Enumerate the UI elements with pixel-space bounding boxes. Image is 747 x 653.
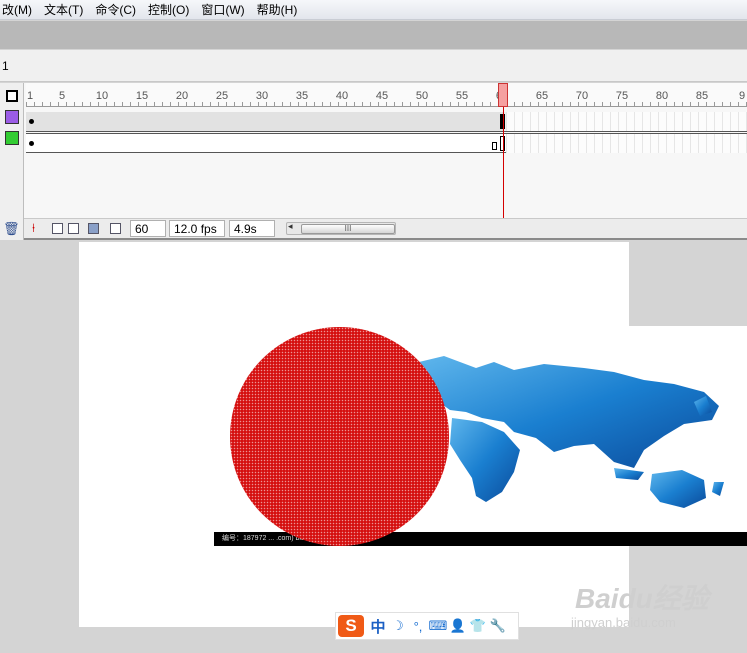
ruler-label: 5 <box>58 90 66 102</box>
layer-row-1[interactable] <box>26 112 747 132</box>
elapsed-time-field: 4.9s <box>229 220 275 237</box>
stage-area: 编号：187972 ... .com) bianwa 8310 07 Baidu… <box>0 242 747 653</box>
toolbar-band <box>0 21 747 49</box>
ruler-label: 35 <box>295 90 309 102</box>
menu-modify[interactable]: 改(M) <box>0 0 38 20</box>
scroll-left-arrow-icon[interactable]: ◂ <box>288 221 293 232</box>
layer-column: 🗑 <box>0 83 24 240</box>
onion-skin-outlines-icon[interactable] <box>68 223 79 234</box>
layer-row-2[interactable] <box>26 133 747 153</box>
menu-window[interactable]: 窗口(W) <box>195 0 250 20</box>
menu-help[interactable]: 帮助(H) <box>251 0 304 20</box>
ruler-label: 20 <box>175 90 189 102</box>
ruler-label: 55 <box>455 90 469 102</box>
ruler-label: 85 <box>695 90 709 102</box>
frame-rate-field[interactable]: 12.0 fps <box>169 220 225 237</box>
frame-span <box>26 112 502 131</box>
keyframe-dot[interactable] <box>29 119 34 124</box>
frame-rows <box>26 108 747 228</box>
settings-icon[interactable]: 🔧 <box>488 618 508 634</box>
scene-bar: 1 <box>0 50 747 82</box>
current-frame-field[interactable]: 60 <box>130 220 166 237</box>
ruler-label: 80 <box>655 90 669 102</box>
ruler-label: 9 <box>738 90 746 102</box>
playhead-line <box>503 107 504 220</box>
menu-bar: 改(M) 文本(T) 命令(C) 控制(O) 窗口(W) 帮助(H) <box>0 0 747 20</box>
baidu-watermark: Baidu经验 jingyan.baidu.com <box>565 567 740 637</box>
ruler-label: 15 <box>135 90 149 102</box>
keyframe-dot[interactable] <box>29 141 34 146</box>
modify-markers-icon[interactable] <box>110 223 121 234</box>
playhead-handle[interactable] <box>498 83 508 107</box>
user-icon[interactable]: 👤 <box>448 618 468 634</box>
ruler-label: 50 <box>415 90 429 102</box>
ruler-label: 65 <box>535 90 549 102</box>
moon-icon[interactable]: ☽ <box>388 618 408 634</box>
center-frame-icon[interactable]: ⍿ <box>32 221 35 236</box>
red-circle-shape[interactable] <box>230 327 449 546</box>
timeline-scrollbar[interactable]: III <box>286 222 396 235</box>
timeline-panel: 🗑 15101520253035404550556065707580859 <box>0 83 747 240</box>
menu-commands[interactable]: 命令(C) <box>89 0 142 20</box>
timeline-status-bar: ⍿ 60 12.0 fps 4.9s III ◂ <box>24 218 747 238</box>
edit-multiple-frames-icon[interactable] <box>88 223 99 234</box>
watermark-url: jingyan.baidu.com <box>571 615 676 630</box>
ruler-label: 70 <box>575 90 589 102</box>
sogou-logo-icon[interactable]: S <box>338 615 364 637</box>
layer-1-color-swatch[interactable] <box>5 110 19 124</box>
ruler-label: 1 <box>26 90 34 102</box>
menu-control[interactable]: 控制(O) <box>142 0 195 20</box>
onion-skin-icon[interactable] <box>52 223 63 234</box>
ruler-label: 40 <box>335 90 349 102</box>
ruler-label: 30 <box>255 90 269 102</box>
scene-label[interactable]: 1 <box>2 59 9 73</box>
ruler-label: 25 <box>215 90 229 102</box>
trash-icon[interactable]: 🗑 <box>3 221 20 237</box>
flash-editor-window: { "menu": { "items": [ {"label": "改(M)"}… <box>0 0 747 653</box>
frame-end-marker <box>492 142 497 150</box>
menu-text[interactable]: 文本(T) <box>38 0 89 20</box>
punctuation-icon[interactable]: °, <box>408 619 428 634</box>
skin-icon[interactable]: 👕 <box>468 618 488 634</box>
ruler-label: 45 <box>375 90 389 102</box>
empty-frames <box>506 112 747 131</box>
ruler-label: 75 <box>615 90 629 102</box>
ruler-ticks <box>26 102 747 106</box>
frame-ruler[interactable]: 15101520253035404550556065707580859 <box>26 83 747 107</box>
empty-frames <box>506 134 747 153</box>
ruler-label: 10 <box>95 90 109 102</box>
layer-2-color-swatch[interactable] <box>5 131 19 145</box>
watermark-logo: Baidu经验 <box>575 583 709 614</box>
frame-span <box>26 134 502 153</box>
scrollbar-thumb[interactable]: III <box>301 224 395 234</box>
ime-toolbar: S 中 ☽ °, ⌨ 👤 👕 🔧 <box>335 612 519 640</box>
ime-mode-button[interactable]: 中 <box>368 616 388 637</box>
keyboard-icon[interactable]: ⌨ <box>428 618 448 634</box>
outline-toggle-icon[interactable] <box>6 90 18 102</box>
